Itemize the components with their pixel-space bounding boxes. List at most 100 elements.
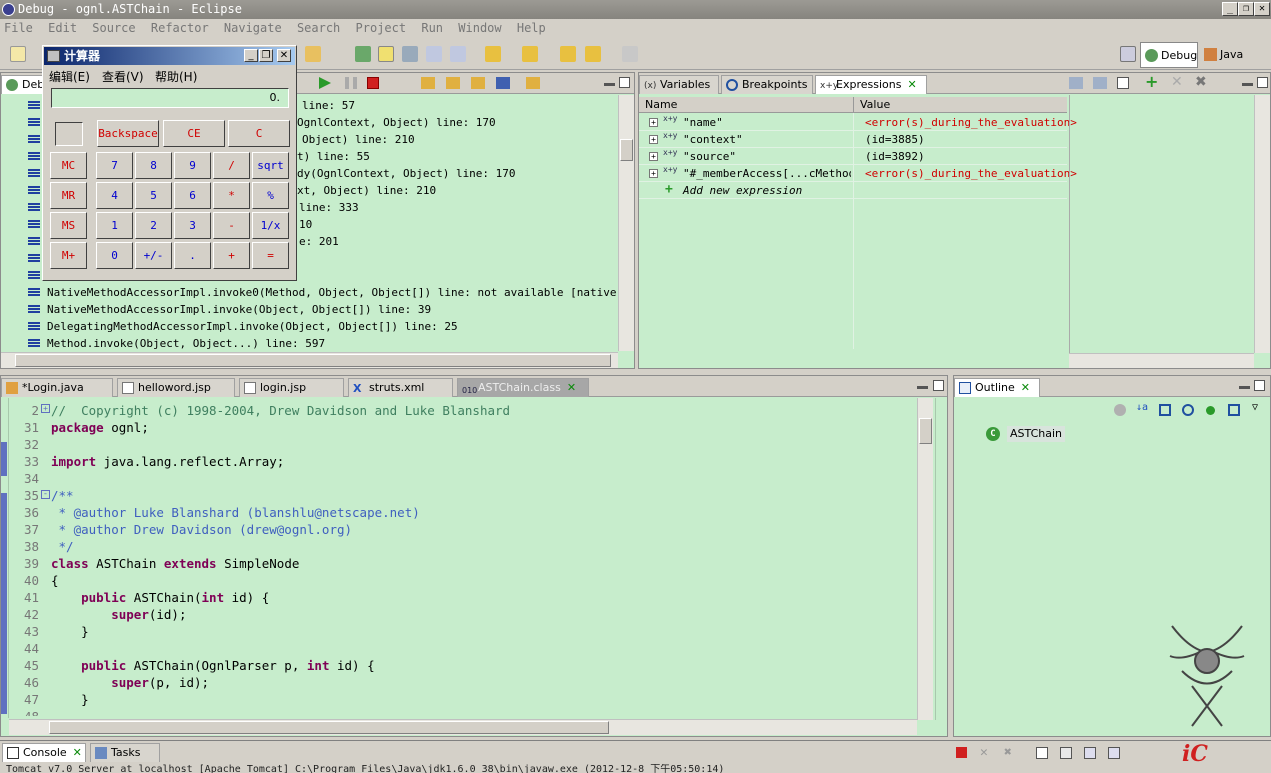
menu-file[interactable]: File (4, 19, 33, 38)
step-into-icon[interactable] (421, 77, 435, 89)
add-expression-icon[interactable]: + (1145, 74, 1158, 90)
minimize-view-icon[interactable] (1242, 83, 1253, 86)
calc-key-divide[interactable]: / (213, 152, 250, 179)
maximize-view-icon[interactable] (1257, 77, 1268, 88)
calc-key-sqrt[interactable]: sqrt (252, 152, 289, 179)
close-tab-icon[interactable]: ✕ (567, 381, 576, 394)
code-line[interactable]: import java.lang.reflect.Array; (51, 453, 284, 470)
minimize-view-icon[interactable] (604, 83, 615, 86)
tab-helloword-jsp[interactable]: helloword.jsp (117, 378, 235, 397)
maximize-view-icon[interactable] (1254, 380, 1265, 391)
editor-vertical-scrollbar[interactable] (917, 398, 933, 720)
expand-icon[interactable]: + (649, 135, 658, 144)
code-line[interactable]: package ognl; (51, 419, 149, 436)
prev-annotation-icon[interactable] (522, 46, 538, 62)
sort-icon[interactable]: ↓a (1136, 402, 1148, 413)
calc-ms-button[interactable]: MS (50, 212, 87, 239)
scroll-thumb[interactable] (620, 139, 633, 161)
calc-menu-view[interactable]: 查看(V) (102, 68, 144, 85)
next-annotation-icon[interactable] (485, 46, 501, 62)
tab-login-java[interactable]: *Login.java (1, 378, 113, 397)
step-over-icon[interactable] (446, 77, 460, 89)
toggle-icon[interactable] (426, 46, 442, 62)
maximize-view-icon[interactable] (933, 380, 944, 391)
calc-key-decimal[interactable]: . (174, 242, 211, 269)
calc-key-9[interactable]: 9 (174, 152, 211, 179)
outline-item-astchain[interactable]: ASTChain (1007, 426, 1066, 442)
code-line[interactable]: super(p, id); (51, 674, 209, 691)
collapse-all-icon[interactable] (1117, 77, 1129, 89)
menu-run[interactable]: Run (421, 19, 443, 38)
close-window-button[interactable]: ✕ (1254, 2, 1270, 16)
calc-key-reciprocal[interactable]: 1/x (252, 212, 289, 239)
stack-frame-partial[interactable]: OgnlContext, Object) line: 170 (297, 116, 496, 129)
stack-frame-partial[interactable]: line: 57 (302, 99, 355, 112)
menu-search[interactable]: Search (297, 19, 340, 38)
new-icon[interactable] (10, 46, 26, 62)
calc-mplus-button[interactable]: M+ (50, 242, 87, 269)
tab-tasks[interactable]: Tasks (90, 743, 160, 762)
tab-console[interactable]: Console ✕ (2, 743, 86, 762)
minimize-view-icon[interactable] (917, 386, 928, 389)
last-edit-icon[interactable] (560, 46, 576, 62)
expressions-detail-hscroll[interactable] (1069, 353, 1254, 368)
show-type-names-icon[interactable] (1069, 77, 1083, 89)
back-icon[interactable] (585, 46, 601, 62)
expression-row[interactable]: + x+y "#_memberAccess[...cMethodAc <erro… (639, 165, 1077, 182)
stack-frame-partial[interactable]: Object) line: 210 (302, 133, 415, 146)
stack-frame[interactable]: NativeMethodAccessorImpl.invoke(Object, … (47, 303, 431, 316)
hide-fields-icon[interactable] (1159, 404, 1171, 416)
menu-refactor[interactable]: Refactor (151, 19, 209, 38)
show-logical-structure-icon[interactable] (1093, 77, 1107, 89)
calc-maximize-button[interactable]: ❐ (259, 49, 273, 62)
code-line[interactable]: super(id); (51, 606, 186, 623)
expression-row[interactable]: + x+y "name" <error(s)_during_the_evalua… (639, 114, 1077, 131)
tab-expressions[interactable]: x+y Expressions ✕ (815, 75, 927, 94)
calc-key-1[interactable]: 1 (96, 212, 133, 239)
tab-struts-xml[interactable]: X struts.xml (348, 378, 453, 397)
tab-login-jsp[interactable]: login.jsp (239, 378, 344, 397)
tab-debug[interactable]: Debu (1, 75, 51, 94)
tab-variables[interactable]: (x) Variables (639, 75, 719, 94)
pin-console-icon[interactable] (1084, 747, 1096, 759)
code-line[interactable]: } (51, 691, 89, 708)
calc-key-4[interactable]: 4 (96, 182, 133, 209)
column-value[interactable]: Value (853, 97, 890, 113)
code-line[interactable]: } (51, 623, 89, 640)
show-whitespace-icon[interactable] (450, 46, 466, 62)
calc-minimize-button[interactable]: _ (244, 49, 258, 62)
highlight-icon[interactable] (378, 46, 394, 62)
scroll-thumb[interactable] (15, 354, 611, 367)
code-line[interactable]: * @author Drew Davidson (drew@ognl.org) (51, 521, 353, 538)
tab-breakpoints[interactable]: Breakpoints (721, 75, 813, 94)
resume-icon[interactable] (319, 77, 331, 89)
code-line[interactable]: // Copyright (c) 1998-2004, Drew Davidso… (51, 402, 510, 419)
forward-icon[interactable] (622, 46, 638, 62)
stack-frame-partial[interactable]: t) line: 55 (297, 150, 370, 163)
expressions-detail-scrollbar[interactable] (1254, 95, 1270, 353)
menu-source[interactable]: Source (92, 19, 135, 38)
fold-expand-icon[interactable]: + (41, 404, 50, 413)
close-tab-icon[interactable]: ✕ (73, 746, 82, 759)
step-return-icon[interactable] (471, 77, 485, 89)
hide-non-public-icon[interactable] (1206, 406, 1215, 415)
add-expression-row[interactable]: + Add new expression (639, 182, 1067, 199)
tab-outline[interactable]: Outline ✕ (954, 378, 1040, 397)
expression-row[interactable]: + x+y "context" (id=3885) (639, 131, 1067, 148)
maximize-view-icon[interactable] (619, 77, 630, 88)
scroll-thumb[interactable] (49, 721, 609, 734)
code-line[interactable]: /** (51, 487, 74, 504)
stack-frame[interactable]: NativeMethodAccessorImpl.invoke0(Method,… (47, 286, 634, 299)
terminate-icon[interactable] (367, 77, 379, 89)
calc-key-negate[interactable]: +/- (135, 242, 172, 269)
remove-all-launches-icon[interactable]: ✖ (1004, 745, 1012, 760)
minimize-button[interactable]: _ (1222, 2, 1238, 16)
tab-astchain-class[interactable]: 010 ASTChain.class ✕ (457, 378, 589, 397)
calc-mr-button[interactable]: MR (50, 182, 87, 209)
display-selected-console-icon[interactable] (1108, 747, 1120, 759)
stack-frame[interactable]: DelegatingMethodAccessorImpl.invoke(Obje… (47, 320, 458, 333)
column-name[interactable]: Name (645, 97, 677, 113)
view-menu-icon[interactable]: ▽ (1252, 402, 1258, 413)
stack-frame-partial[interactable]: line: 333 (299, 201, 359, 214)
stack-frame-partial[interactable]: dy(OgnlContext, Object) line: 170 (297, 167, 516, 180)
